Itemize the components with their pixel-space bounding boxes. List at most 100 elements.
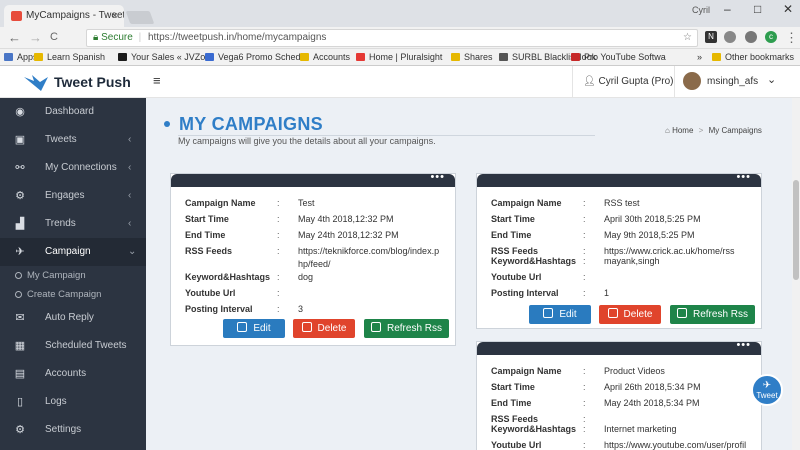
bookmark-item[interactable]: Vega6 Promo Sched [205,49,301,66]
sidebar-subitem-my-campaign[interactable]: My Campaign [0,266,146,285]
card-menu-icon[interactable]: ••• [736,339,751,351]
tweet-fab-label: Tweet [756,391,778,400]
bookmark-label: Vega6 Promo Sched [218,52,301,62]
campaign-field-row: Youtube Url: [185,286,445,301]
sidebar-item-engages[interactable]: ⚙ Engages ‹ [0,182,146,210]
bookmark-item[interactable]: Your Sales « JVZoo [118,49,210,66]
bookmark-favicon-icon [356,53,365,61]
edit-button[interactable]: Edit [223,319,285,338]
sidebar-item-settings[interactable]: ⚙ Settings [0,416,146,444]
field-separator: : [583,230,586,240]
refresh-button[interactable]: Refresh Rss [364,319,449,338]
campaign-field-row: Campaign Name: RSS test [491,196,751,211]
extension-icon[interactable]: N [705,31,717,43]
campaign-field-row: Keyword&Hashtags: dog [185,270,445,285]
extension-icon[interactable] [745,31,757,43]
bookmark-item[interactable]: Home | Pluralsight [356,49,442,66]
edit-button[interactable]: Edit [529,305,591,324]
accounts-icon: ▤ [14,368,26,380]
field-label: End Time [491,230,532,240]
sidebar-item-tweets[interactable]: ▣ Tweets ‹ [0,126,146,154]
top-navbar: ≡ 👤︎ Cyril Gupta (Pro) msingh_afs ⌄ [146,66,800,98]
url-input[interactable]: 🔒︎ Secure | https://tweetpush.in/home/my… [86,29,698,47]
field-label: Keyword&Hashtags [491,424,577,434]
card-menu-icon[interactable]: ••• [736,171,751,183]
tab-title: MyCampaigns - Tweet Pu [26,10,124,21]
new-tab-button[interactable] [125,11,155,24]
field-value: May 24th 2018,12:32 PM [298,230,399,240]
delete-icon [301,322,312,332]
account-menu[interactable]: msingh_afs ⌄ [674,66,800,98]
sidebar-item-accounts[interactable]: ▤ Accounts [0,360,146,388]
trends-icon: ▟ [15,218,25,230]
page-title: MY CAMPAIGNS [179,114,323,134]
pro-user-menu[interactable]: 👤︎ Cyril Gupta (Pro) [572,66,674,98]
sidebar-item-auto-reply[interactable]: ✉ Auto Reply [0,304,146,332]
minimize-button[interactable]: – [724,2,731,16]
breadcrumb-home[interactable]: Home [672,126,693,135]
circle-icon [15,272,22,279]
bookmark-label: Shares [464,52,493,62]
close-window-button[interactable]: ✕ [783,2,793,16]
chevron-icon: ‹ [128,162,132,173]
field-separator: : [583,256,586,266]
browser-tab[interactable]: MyCampaigns - Tweet Pu × [4,5,124,27]
tab-close-icon[interactable]: × [112,5,118,27]
bookmark-label: Your Sales « JVZoo [131,52,211,62]
logs-icon: ▯ [16,396,24,408]
campaign-field-row: Campaign Name: Product Videos [491,364,751,379]
refresh-button[interactable]: Refresh Rss [670,305,755,324]
extension-icon[interactable] [724,31,736,43]
field-label: Campaign Name [185,198,256,208]
field-value: Internet marketing [604,424,677,434]
edit-icon [237,322,248,332]
bookmark-star-icon[interactable]: ☆ [683,30,692,46]
sidebar-item-label: Scheduled Tweets [45,340,127,351]
profile-name[interactable]: Cyril [692,5,710,15]
scrollbar-thumb[interactable] [793,180,799,280]
sidebar-item-trends[interactable]: ▟ Trends ‹ [0,210,146,238]
home-icon: ⌂ [665,126,670,135]
sidebar-subitem-create-campaign[interactable]: Create Campaign [0,285,146,304]
field-label: End Time [491,398,532,408]
bookmark-item[interactable]: Accounts [300,49,350,66]
campaign-icon: ✈ [15,246,25,258]
field-separator: : [277,230,280,240]
bookmark-item[interactable]: Pro YouTube Softwa [571,49,666,66]
tweet-fab-button[interactable]: ✈ Tweet [751,374,783,406]
more-menu-icon[interactable]: ⋮ [785,30,798,46]
bookmark-item[interactable]: Learn Spanish [34,49,105,66]
campaign-field-row: End Time: May 9th 2018,5:25 PM [491,228,751,243]
avatar [683,72,701,90]
reload-icon[interactable]: C [50,31,58,43]
card-menu-icon[interactable]: ••• [430,171,445,183]
field-separator: : [583,214,586,224]
logo[interactable]: Tweet Push [0,66,146,98]
sidebar-item-label: Trends [45,218,76,229]
sidebar-item-dashboard[interactable]: ◉ Dashboard [0,98,146,126]
field-value: Test [298,198,315,208]
field-value: RSS test [604,198,640,208]
bookmark-item[interactable]: Shares [451,49,493,66]
sidebar-item-scheduled-tweets[interactable]: ▦ Scheduled Tweets [0,332,146,360]
sidebar-item-label: Campaign [45,246,91,257]
hamburger-menu-icon[interactable]: ≡ [153,73,161,88]
campaign-field-row: Start Time: April 26th 2018,5:34 PM [491,380,751,395]
campaign-field-row: End Time: May 24th 2018,5:34 PM [491,396,751,411]
maximize-button[interactable]: □ [754,2,761,16]
bookmark-item[interactable]: Apps [4,49,38,66]
delete-icon [607,308,618,318]
sidebar-item-my-connections[interactable]: ⚯ My Connections ‹ [0,154,146,182]
bookmark-item[interactable]: Other bookmarks [712,49,794,66]
chevron-icon: ‹ [128,218,132,229]
sidebar-subitem-label: Create Campaign [27,289,102,300]
sidebar-item-logs[interactable]: ▯ Logs [0,388,146,416]
delete-button[interactable]: Delete [293,319,355,338]
sidebar-item-campaign[interactable]: ✈ Campaign ⌄ [0,238,146,266]
card-header: ••• [477,171,761,187]
bookmark-item[interactable]: » [697,49,702,66]
forward-icon[interactable]: → [29,30,42,45]
extension-icon[interactable]: c [765,31,777,43]
back-icon[interactable]: ← [8,30,21,45]
delete-button[interactable]: Delete [599,305,661,324]
